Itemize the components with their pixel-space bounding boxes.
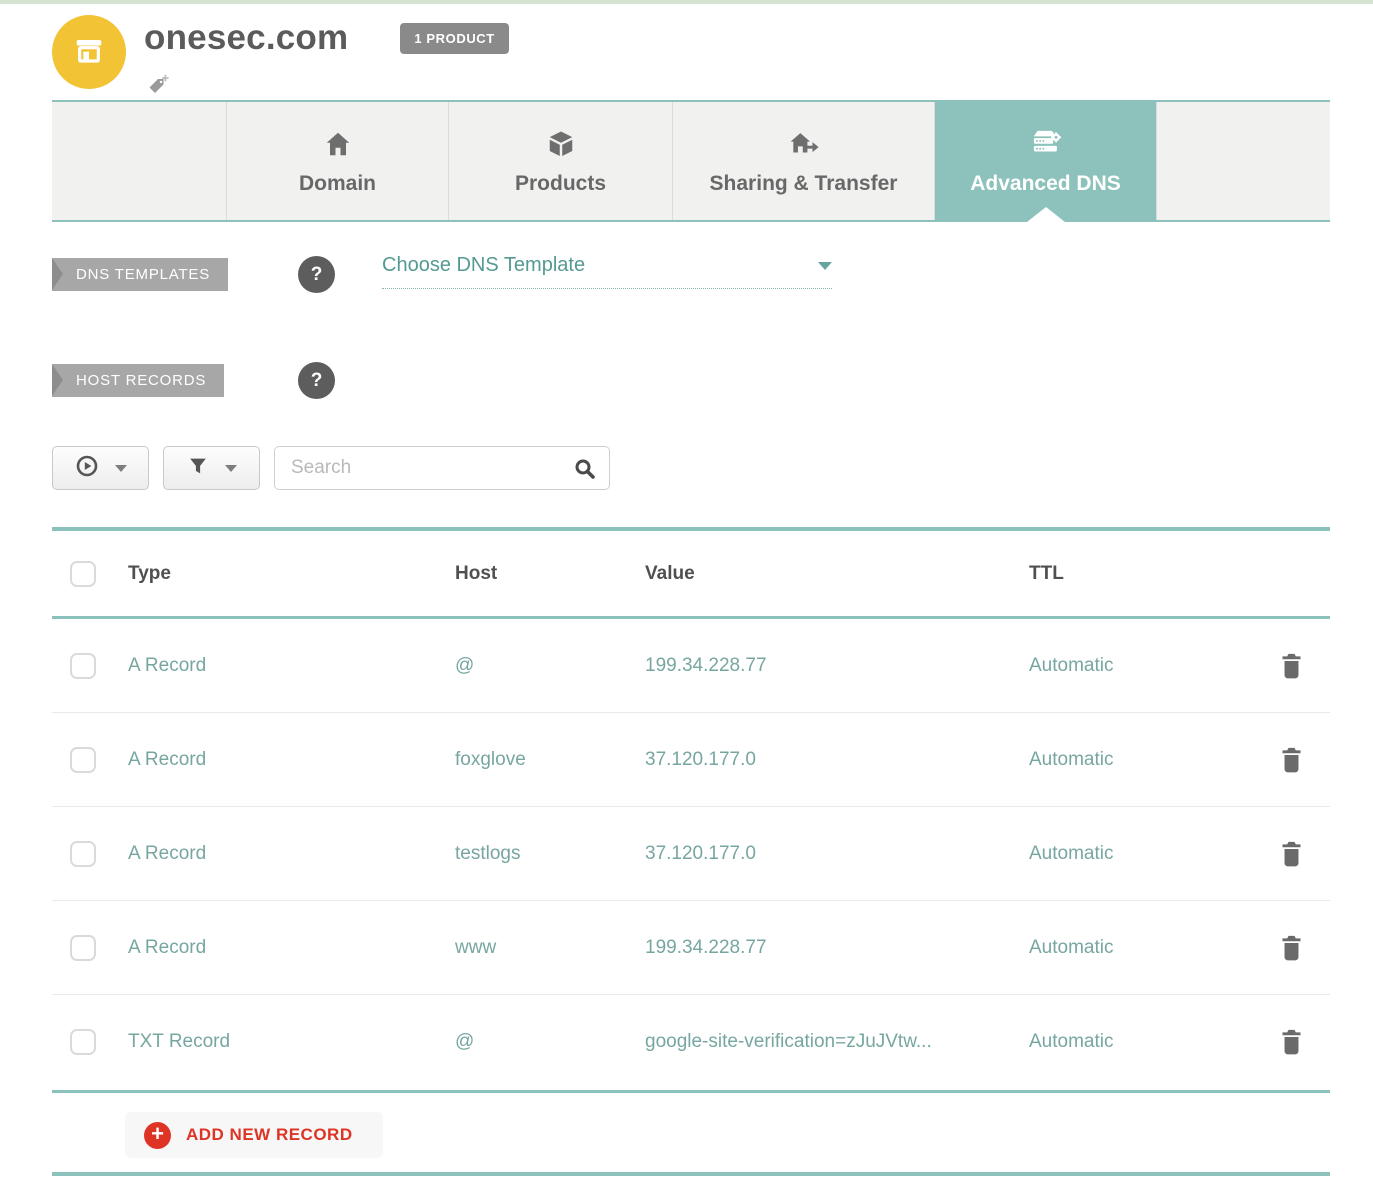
table-row: A Record @ 199.34.228.77 Automatic bbox=[52, 619, 1330, 713]
chevron-down-icon bbox=[818, 262, 832, 270]
column-header-ttl: TTL bbox=[1029, 563, 1252, 585]
record-value: 199.34.228.77 bbox=[645, 655, 1029, 677]
record-ttl: Automatic bbox=[1029, 937, 1252, 959]
host-records-section: HOST RECORDS ? bbox=[52, 364, 1330, 408]
record-type: A Record bbox=[128, 655, 455, 677]
storefront-icon bbox=[69, 30, 109, 75]
record-ttl: Automatic bbox=[1029, 843, 1252, 865]
host-records-toolbar bbox=[52, 446, 610, 490]
table-row: A Record testlogs 37.120.177.0 Automatic bbox=[52, 807, 1330, 901]
trash-icon[interactable] bbox=[1278, 932, 1305, 964]
add-record-section: + ADD NEW RECORD bbox=[52, 1090, 1330, 1176]
tab-products[interactable]: Products bbox=[448, 102, 672, 220]
domain-avatar bbox=[52, 15, 126, 89]
record-ttl: Automatic bbox=[1029, 749, 1252, 771]
record-value: 199.34.228.77 bbox=[645, 937, 1029, 959]
filter-button[interactable] bbox=[163, 446, 260, 490]
table-row: A Record foxglove 37.120.177.0 Automatic bbox=[52, 713, 1330, 807]
tab-sharing-transfer[interactable]: Sharing & Transfer bbox=[672, 102, 934, 220]
host-records-table: Type Host Value TTL A Record @ 199.34.22… bbox=[52, 527, 1330, 1089]
advanced-dns-page: onesec.com 1 PRODUCT Domain bbox=[0, 0, 1373, 1180]
tab-bar: Domain Products Sharing & Transfer bbox=[52, 100, 1330, 222]
record-host: foxglove bbox=[455, 749, 645, 771]
tab-spacer-left bbox=[52, 102, 226, 220]
tab-spacer-right bbox=[1156, 102, 1330, 220]
record-type: A Record bbox=[128, 749, 455, 771]
add-new-record-label: ADD NEW RECORD bbox=[186, 1125, 353, 1145]
tab-label: Domain bbox=[299, 172, 376, 196]
domain-title-row: onesec.com 1 PRODUCT bbox=[144, 18, 509, 58]
record-host: testlogs bbox=[455, 843, 645, 865]
filter-icon bbox=[187, 455, 209, 482]
domain-header: onesec.com 1 PRODUCT bbox=[0, 4, 1373, 100]
row-checkbox[interactable] bbox=[70, 747, 96, 773]
record-host: @ bbox=[455, 1031, 645, 1053]
host-records-ribbon: HOST RECORDS bbox=[52, 364, 224, 397]
dns-template-dropdown[interactable]: Choose DNS Template bbox=[382, 254, 832, 289]
tab-domain[interactable]: Domain bbox=[226, 102, 448, 220]
products-box-icon bbox=[546, 127, 576, 159]
home-icon bbox=[323, 127, 353, 159]
table-row: A Record www 199.34.228.77 Automatic bbox=[52, 901, 1330, 995]
dns-templates-ribbon: DNS TEMPLATES bbox=[52, 258, 228, 291]
record-type: TXT Record bbox=[128, 1031, 455, 1053]
record-ttl: Automatic bbox=[1029, 655, 1252, 677]
search-input[interactable] bbox=[275, 447, 609, 489]
column-header-value: Value bbox=[645, 563, 1029, 585]
tab-label: Advanced DNS bbox=[970, 172, 1121, 196]
record-type: A Record bbox=[128, 937, 455, 959]
row-checkbox[interactable] bbox=[70, 935, 96, 961]
dns-template-dropdown-value: Choose DNS Template bbox=[382, 254, 585, 277]
advanced-dns-icon bbox=[1029, 127, 1063, 159]
chevron-down-icon bbox=[115, 465, 127, 472]
column-header-type: Type bbox=[128, 563, 455, 585]
record-value: 37.120.177.0 bbox=[645, 749, 1029, 771]
table-row: TXT Record @ google-site-verification=zJ… bbox=[52, 995, 1330, 1089]
trash-icon[interactable] bbox=[1278, 838, 1305, 870]
row-checkbox[interactable] bbox=[70, 841, 96, 867]
dns-templates-section: DNS TEMPLATES ? Choose DNS Template bbox=[52, 258, 1330, 302]
product-count-badge: 1 PRODUCT bbox=[400, 23, 509, 54]
search-icon[interactable] bbox=[573, 457, 597, 486]
record-value: google-site-verification=zJuJVtw... bbox=[645, 1031, 1029, 1053]
add-new-record-button[interactable]: + ADD NEW RECORD bbox=[125, 1112, 383, 1158]
page-title: onesec.com bbox=[144, 18, 348, 58]
plus-icon: + bbox=[144, 1122, 171, 1149]
trash-icon[interactable] bbox=[1278, 650, 1305, 682]
search-box bbox=[274, 446, 610, 490]
record-type: A Record bbox=[128, 843, 455, 865]
column-header-host: Host bbox=[455, 563, 645, 585]
add-tag-icon[interactable] bbox=[146, 74, 170, 98]
sharing-transfer-icon bbox=[787, 127, 821, 159]
record-ttl: Automatic bbox=[1029, 1031, 1252, 1053]
trash-icon[interactable] bbox=[1278, 744, 1305, 776]
trash-icon[interactable] bbox=[1278, 1026, 1305, 1058]
help-icon[interactable]: ? bbox=[298, 362, 335, 399]
chevron-down-icon bbox=[225, 465, 237, 472]
row-checkbox[interactable] bbox=[70, 1029, 96, 1055]
tab-advanced-dns[interactable]: Advanced DNS bbox=[934, 102, 1156, 220]
record-host: @ bbox=[455, 655, 645, 677]
tab-label: Sharing & Transfer bbox=[710, 172, 898, 196]
record-value: 37.120.177.0 bbox=[645, 843, 1029, 865]
play-icon bbox=[75, 454, 99, 483]
select-all-checkbox[interactable] bbox=[70, 561, 96, 587]
record-host: www bbox=[455, 937, 645, 959]
table-header-row: Type Host Value TTL bbox=[52, 531, 1330, 619]
tab-label: Products bbox=[515, 172, 606, 196]
bulk-actions-button[interactable] bbox=[52, 446, 149, 490]
help-icon[interactable]: ? bbox=[298, 256, 335, 293]
row-checkbox[interactable] bbox=[70, 653, 96, 679]
